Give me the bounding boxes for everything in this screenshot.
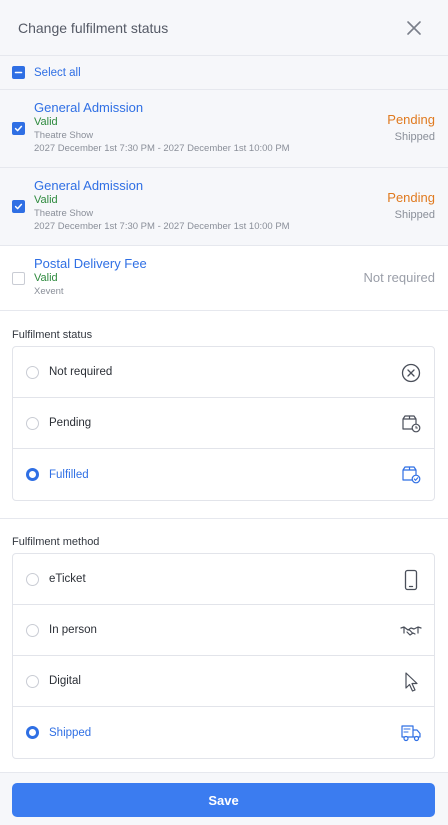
option-label: In person: [49, 624, 97, 636]
status-option-pending[interactable]: Pending: [13, 398, 434, 449]
fulfilment-status-group: Not required Pending Fulfilled: [12, 346, 435, 501]
item-dates: 2027 December 1st 7:30 PM - 2027 Decembe…: [34, 143, 290, 154]
radio-button[interactable]: [26, 416, 39, 430]
item-checkbox[interactable]: [12, 272, 25, 285]
method-label: Shipped: [394, 131, 435, 143]
list-item: Postal Delivery Fee Valid Xevent Not req…: [0, 246, 448, 311]
option-label: eTicket: [49, 573, 86, 585]
phone-icon: [404, 569, 418, 591]
item-title: General Admission: [34, 178, 144, 193]
status-option-fulfilled[interactable]: Fulfilled: [13, 449, 434, 500]
select-all-row[interactable]: Select all: [0, 56, 448, 90]
list-item: General Admission Valid Theatre Show 202…: [0, 90, 448, 168]
radio-button[interactable]: [26, 674, 39, 688]
item-event: Theatre Show: [34, 130, 94, 141]
method-option-shipped[interactable]: Shipped: [13, 707, 434, 758]
save-button[interactable]: Save: [12, 783, 435, 817]
option-label: Pending: [49, 417, 92, 429]
radio-button[interactable]: [26, 572, 39, 586]
radio-button[interactable]: [26, 726, 39, 739]
item-validity: Valid: [34, 272, 58, 284]
cursor-icon: [405, 672, 418, 692]
item-event: Xevent: [34, 286, 64, 297]
circle-x-icon: [401, 363, 421, 383]
select-all-checkbox[interactable]: [12, 66, 25, 79]
handshake-icon: [400, 626, 422, 636]
method-option-digital[interactable]: Digital: [13, 656, 434, 707]
status-badge: Pending: [387, 190, 435, 205]
fulfilment-method-heading: Fulfilment method: [12, 536, 100, 548]
truck-icon: [401, 725, 421, 742]
fulfilment-status-heading: Fulfilment status: [12, 329, 93, 341]
item-validity: Valid: [34, 116, 58, 128]
item-title: General Admission: [34, 100, 144, 115]
option-label: Digital: [49, 675, 81, 687]
box-clock-icon: [402, 415, 421, 433]
status-option-not-required[interactable]: Not required: [13, 347, 434, 398]
method-option-eticket[interactable]: eTicket: [13, 554, 434, 605]
radio-button[interactable]: [26, 623, 39, 637]
modal-title: Change fulfilment status: [18, 19, 169, 36]
item-dates: 2027 December 1st 7:30 PM - 2027 Decembe…: [34, 221, 290, 232]
radio-button[interactable]: [26, 365, 39, 379]
modal-header: Change fulfilment status: [0, 0, 448, 56]
modal-footer: Save: [0, 772, 448, 825]
minus-icon: [14, 71, 23, 74]
fulfilment-method-group: eTicket In person Digital Shipped: [12, 553, 435, 759]
method-label: Shipped: [394, 209, 435, 221]
close-icon[interactable]: [404, 18, 424, 38]
status-badge: Pending: [387, 112, 435, 127]
radio-button[interactable]: [26, 468, 39, 481]
select-all-label: Select all: [34, 66, 81, 79]
option-label: Not required: [49, 366, 113, 378]
item-event: Theatre Show: [34, 208, 94, 219]
item-checkbox[interactable]: [12, 200, 25, 213]
status-badge: Not required: [363, 270, 435, 285]
check-icon: [14, 203, 23, 210]
list-item: General Admission Valid Theatre Show 202…: [0, 168, 448, 246]
item-title: Postal Delivery Fee: [34, 256, 147, 271]
box-check-icon: [402, 466, 421, 484]
option-label: Fulfilled: [49, 468, 89, 481]
item-checkbox[interactable]: [12, 122, 25, 135]
option-label: Shipped: [49, 726, 92, 739]
check-icon: [14, 125, 23, 132]
method-option-in-person[interactable]: In person: [13, 605, 434, 656]
item-validity: Valid: [34, 194, 58, 206]
